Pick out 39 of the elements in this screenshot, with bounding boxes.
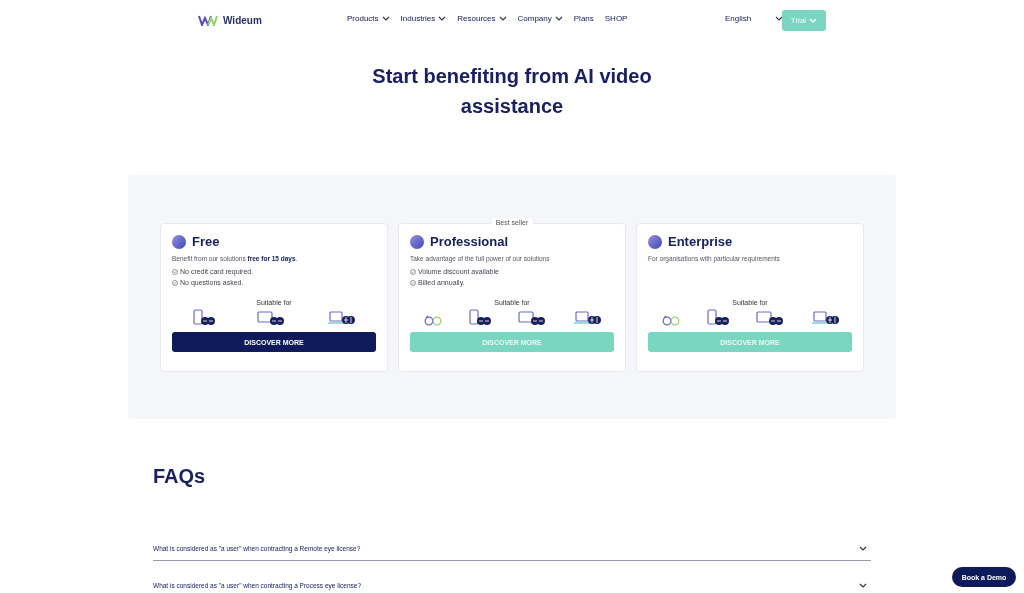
- plan-icon: [648, 234, 662, 249]
- nav-link[interactable]: Plans: [573, 14, 594, 23]
- glasses-icon: [423, 315, 442, 326]
- monitor-icon: [257, 311, 285, 326]
- check-circle-icon: [410, 279, 416, 286]
- nav-link[interactable]: Industries: [400, 14, 447, 23]
- glasses-icon: [661, 315, 680, 326]
- monitor-icon: [517, 311, 546, 326]
- chevron-down-icon: [498, 16, 507, 21]
- nav-link[interactable]: Resources: [457, 14, 507, 23]
- plan-name: Professional: [430, 234, 509, 249]
- nav-link[interactable]: Products: [347, 14, 390, 23]
- laptop-icon: [327, 311, 355, 326]
- logo-icon: [198, 14, 220, 26]
- tablet-icon: [468, 309, 491, 326]
- monitor-icon: [755, 311, 784, 326]
- chevron-down-icon: [381, 16, 390, 21]
- logo-text[interactable]: Wideum: [223, 14, 262, 26]
- chevron-down-icon: [859, 545, 867, 551]
- page-title: Start benefiting from AI video assistance: [371, 64, 653, 119]
- laptop-icon: [572, 311, 601, 326]
- check-circle-icon: [172, 279, 178, 286]
- plan-icon: [410, 234, 424, 249]
- check-circle-icon: [410, 268, 416, 275]
- chevron-down-icon: [859, 582, 867, 588]
- plan-icon: [172, 234, 186, 249]
- check-circle-icon: [172, 268, 178, 275]
- plan-name: Enterprise: [668, 234, 733, 249]
- tablet-icon: [193, 309, 215, 326]
- faq-heading: FAQs: [153, 465, 207, 488]
- nav-link[interactable]: Company: [517, 14, 563, 23]
- tablet-icon: [706, 309, 729, 326]
- nav-link[interactable]: SHOP: [604, 14, 628, 23]
- plan-name: Free: [192, 234, 220, 249]
- chevron-down-icon: [554, 16, 563, 21]
- chevron-down-icon: [438, 16, 447, 21]
- language-selector[interactable]: English: [725, 14, 752, 23]
- laptop-icon: [810, 311, 839, 326]
- chevron-down-icon: [809, 18, 818, 23]
